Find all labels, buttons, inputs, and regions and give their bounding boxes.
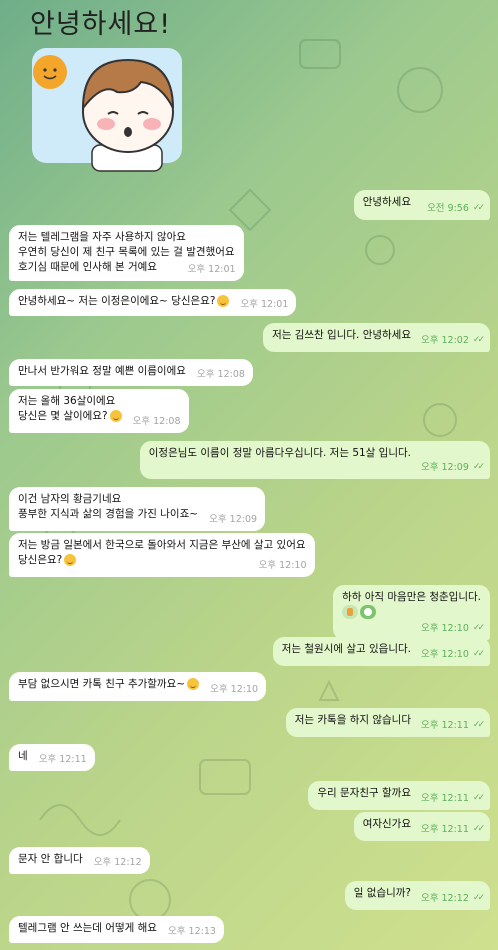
message-text: 만나서 반가워요 정말 예쁜 이름이에요 bbox=[18, 365, 186, 377]
read-checkmarks-icon: ✓✓ bbox=[472, 824, 485, 834]
read-checkmarks-icon: ✓✓ bbox=[472, 649, 485, 659]
incoming-message[interactable]: 이건 남자의 황금기네요 풍부한 지식과 삶의 경험을 가진 나이죠~ 오후 12… bbox=[9, 487, 266, 531]
message-text: 안녕하세요 bbox=[362, 196, 411, 208]
message-meta: 오후 12:10 ✓✓ bbox=[421, 647, 485, 662]
message-meta: 오후 12:10 bbox=[210, 682, 258, 697]
smile-emoji-icon bbox=[109, 410, 122, 422]
message-text: 텔레그램 안 쓰는데 어떻게 해요 bbox=[18, 922, 157, 934]
incoming-message[interactable]: 문자 안 합니다 오후 12:12 bbox=[9, 847, 150, 874]
incoming-message[interactable]: 텔레그램 안 쓰는데 어떻게 해요 오후 12:13 bbox=[9, 916, 224, 943]
message-meta: 오후 12:08 bbox=[197, 367, 245, 382]
message-text: 저는 김쓰찬 입니다. 안녕하세요 bbox=[272, 329, 411, 341]
outgoing-message[interactable]: 하하 아직 마음만은 청춘입니다. 오후 12:10 ✓✓ bbox=[333, 585, 490, 640]
message-meta: 오후 12:13 bbox=[168, 924, 216, 939]
message-meta: 오후 12:11 ✓✓ bbox=[421, 791, 485, 806]
message-meta: 오후 12:09 bbox=[209, 512, 257, 527]
message-text: 안녕하세요~ 저는 이정은이에요~ 당신은요? bbox=[18, 295, 216, 307]
message-text: 저는 철원시에 살고 있읍니다. bbox=[281, 643, 411, 655]
read-checkmarks-icon: ✓✓ bbox=[472, 462, 485, 472]
read-checkmarks-icon: ✓✓ bbox=[472, 793, 485, 803]
read-checkmarks-icon: ✓✓ bbox=[472, 893, 485, 903]
message-time: 오후 12:10 bbox=[421, 623, 469, 634]
outgoing-message[interactable]: 저는 김쓰찬 입니다. 안녕하세요 오후 12:02 ✓✓ bbox=[263, 323, 490, 352]
message-text: 이건 남자의 황금기네요 풍부한 지식과 삶의 경험을 가진 나이죠~ bbox=[18, 493, 199, 520]
message-meta: 오후 12:10 ✓✓ bbox=[421, 621, 485, 636]
message-meta: 오후 12:09 ✓✓ bbox=[421, 460, 485, 475]
incoming-message[interactable]: 만나서 반가워요 정말 예쁜 이름이에요 오후 12:08 bbox=[9, 359, 253, 386]
message-meta: 오후 12:10 bbox=[259, 558, 307, 573]
message-time: 오후 12:11 bbox=[421, 793, 469, 804]
message-text: 저는 카톡을 하지 않습니다 bbox=[294, 714, 411, 726]
message-text: 이정은님도 이름이 정말 아름다우십니다. 저는 51살 입니다. bbox=[148, 447, 411, 459]
thumbs-up-reaction-icon[interactable] bbox=[342, 605, 359, 619]
read-checkmarks-icon: ✓✓ bbox=[472, 720, 485, 730]
smile-emoji-icon bbox=[64, 554, 77, 566]
message-time: 오후 12:11 bbox=[421, 720, 469, 731]
message-meta: 오전 9:56 ✓✓ bbox=[427, 201, 485, 216]
outgoing-message[interactable]: 일 없습니까? 오후 12:12 ✓✓ bbox=[344, 881, 490, 910]
incoming-message[interactable]: 저는 방금 일본에서 한국으로 돌아와서 지금은 부산에 살고 있어요 당신은요… bbox=[9, 533, 315, 577]
outgoing-message[interactable]: 저는 철원시에 살고 있읍니다. 오후 12:10 ✓✓ bbox=[272, 637, 490, 666]
message-time: 오후 12:08 bbox=[132, 416, 181, 427]
message-text: 우리 문자친구 할까요 bbox=[317, 787, 411, 799]
message-meta: 오후 12:02 ✓✓ bbox=[421, 333, 485, 348]
message-time: 오후 12:12 bbox=[421, 893, 469, 904]
message-meta: 오후 12:08 bbox=[133, 414, 181, 429]
message-text: 부담 없으시면 카톡 친구 추가할까요~ bbox=[18, 678, 186, 690]
outgoing-message[interactable]: 우리 문자친구 할까요 오후 12:11 ✓✓ bbox=[308, 781, 490, 810]
incoming-message[interactable]: 저는 올해 36살이에요 당신은 몇 살이에요? 오후 12:08 bbox=[9, 389, 189, 433]
message-time: 오후 12:02 bbox=[421, 335, 469, 346]
message-time: 오후 12:12 bbox=[93, 857, 142, 868]
read-checkmarks-icon: ✓✓ bbox=[472, 335, 485, 345]
smile-emoji-icon bbox=[217, 295, 230, 307]
greeting-sticker[interactable]: 안녕하세요! bbox=[0, 0, 200, 175]
outgoing-message[interactable]: 이정은님도 이름이 정말 아름다우십니다. 저는 51살 입니다. 오후 12:0… bbox=[139, 441, 490, 479]
message-text: 저는 올해 36살이에요 당신은 몇 살이에요? bbox=[18, 395, 116, 422]
read-checkmarks-icon: ✓✓ bbox=[472, 203, 485, 213]
message-time: 오후 12:11 bbox=[421, 824, 469, 835]
incoming-message[interactable]: 안녕하세요~ 저는 이정은이에요~ 당신은요? 오후 12:01 bbox=[9, 289, 297, 316]
message-text: 네 bbox=[18, 750, 28, 762]
message-time: 오후 12:10 bbox=[258, 560, 307, 571]
message-text: 여자신가요 bbox=[362, 818, 411, 830]
message-meta: 오후 12:11 ✓✓ bbox=[421, 822, 485, 837]
outgoing-message[interactable]: 여자신가요 오후 12:11 ✓✓ bbox=[353, 812, 490, 841]
avatar-reaction-icon[interactable] bbox=[360, 605, 377, 619]
reactions[interactable] bbox=[342, 605, 377, 619]
message-time: 오후 12:09 bbox=[421, 462, 469, 473]
message-time: 오후 12:08 bbox=[197, 369, 245, 380]
smile-emoji-icon bbox=[187, 678, 200, 690]
message-meta: 오후 12:11 ✓✓ bbox=[421, 718, 485, 733]
message-meta: 오후 12:11 bbox=[39, 752, 87, 767]
message-meta: 오후 12:01 bbox=[241, 297, 289, 312]
message-time: 오후 12:01 bbox=[240, 299, 289, 310]
message-time: 오후 12:11 bbox=[38, 754, 87, 765]
incoming-message[interactable]: 부담 없으시면 카톡 친구 추가할까요~ 오후 12:10 bbox=[9, 672, 267, 701]
outgoing-message[interactable]: 안녕하세요 오전 9:56 ✓✓ bbox=[353, 190, 490, 220]
incoming-message[interactable]: 네 오후 12:11 bbox=[9, 744, 95, 771]
message-time: 오후 12:10 bbox=[421, 649, 469, 660]
message-meta: 오후 12:12 bbox=[94, 855, 142, 870]
message-text: 문자 안 합니다 bbox=[18, 853, 83, 865]
message-time: 오후 12:13 bbox=[168, 926, 216, 937]
message-text: 하하 아직 마음만은 청춘입니다. bbox=[342, 591, 481, 603]
message-time: 오후 12:10 bbox=[210, 684, 259, 695]
incoming-message[interactable]: 저는 텔레그램을 자주 사용하지 않아요 우연히 당신이 제 친구 목록에 있는… bbox=[9, 225, 244, 281]
outgoing-message[interactable]: 저는 카톡을 하지 않습니다 오후 12:11 ✓✓ bbox=[285, 708, 490, 737]
message-meta: 오후 12:12 ✓✓ bbox=[421, 891, 485, 906]
message-meta: 오후 12:01 bbox=[188, 262, 236, 277]
sticker-illustration bbox=[32, 48, 182, 172]
read-checkmarks-icon: ✓✓ bbox=[472, 623, 485, 633]
message-time: 오전 9:56 bbox=[427, 203, 469, 214]
message-time: 오후 12:09 bbox=[209, 514, 258, 525]
message-time: 오후 12:01 bbox=[187, 264, 236, 275]
message-text: 일 없습니까? bbox=[353, 887, 411, 899]
